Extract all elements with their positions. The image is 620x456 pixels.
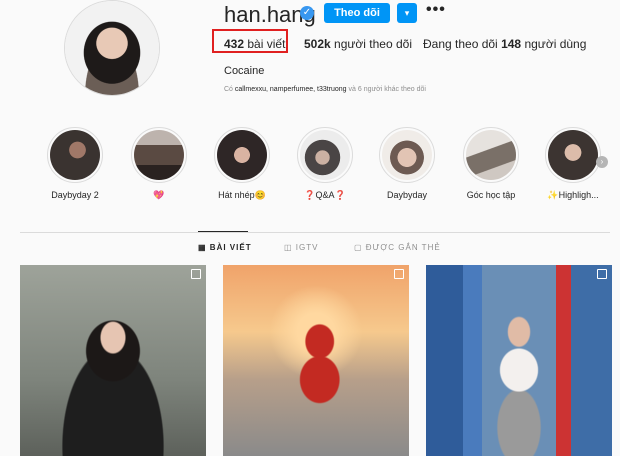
highlight-item[interactable]: 💖 xyxy=(129,127,189,201)
highlight-item[interactable]: Daybyday xyxy=(377,127,437,200)
avatar-image xyxy=(65,1,159,95)
follow-button[interactable]: Theo dõi xyxy=(324,3,390,23)
highlight-item[interactable]: Góc học tập xyxy=(461,127,521,200)
highlight-label: Daybyday xyxy=(386,190,428,200)
highlight-cover xyxy=(50,130,100,180)
highlight-item[interactable]: ❓Q&A❓ xyxy=(295,127,355,201)
followers-stat[interactable]: 502k người theo dõi xyxy=(304,37,412,51)
tabs-divider xyxy=(20,232,610,233)
post-thumbnail[interactable] xyxy=(223,265,409,456)
post-thumbnail[interactable] xyxy=(426,265,612,456)
followed-by-text[interactable]: Có callmexxu, namperfumee, t33truong và … xyxy=(224,86,426,93)
verified-badge-icon: ✓ xyxy=(300,6,314,20)
more-options-icon[interactable]: ••• xyxy=(426,1,446,19)
chevron-down-icon[interactable]: ▾ xyxy=(397,3,417,23)
following-label: người dùng xyxy=(524,37,587,51)
followed-by-prefix: Có xyxy=(224,86,233,93)
multiple-photos-icon xyxy=(597,269,607,279)
highlight-label: ❓Q&A❓ xyxy=(304,190,346,200)
annotation-highlight-box xyxy=(212,29,288,53)
igtv-icon: ◫ xyxy=(284,243,293,252)
chevron-right-icon[interactable]: › xyxy=(596,156,608,168)
tab-tagged[interactable]: ▢ ĐƯỢC GẮN THẺ xyxy=(354,243,441,252)
highlight-label: 💖 xyxy=(153,190,165,200)
tab-label: IGTV xyxy=(295,243,319,252)
followers-count: 502k xyxy=(304,37,331,51)
post-thumbnail[interactable] xyxy=(20,265,206,456)
tab-label: BÀI VIẾT xyxy=(209,243,252,252)
tab-igtv[interactable]: ◫ IGTV xyxy=(284,243,318,252)
following-prefix: Đang theo dõi xyxy=(423,37,498,51)
profile-avatar[interactable] xyxy=(64,0,160,96)
bio-name: Cocaine xyxy=(224,65,265,77)
tagged-icon: ▢ xyxy=(354,243,363,252)
multiple-photos-icon xyxy=(191,269,201,279)
highlight-cover xyxy=(466,130,516,180)
highlight-label: Hát nhép😊 xyxy=(218,190,266,200)
multiple-photos-icon xyxy=(394,269,404,279)
grid-icon: ▦ xyxy=(198,243,207,252)
tab-label: ĐƯỢC GẮN THẺ xyxy=(365,243,441,252)
tab-posts[interactable]: ▦ BÀI VIẾT xyxy=(198,243,252,252)
highlight-item[interactable]: Daybyday 2 xyxy=(45,127,105,200)
following-count: 148 xyxy=(501,37,522,51)
highlight-item[interactable]: Hát nhép😊 xyxy=(212,127,272,201)
followed-by-names[interactable]: callmexxu, namperfumee, t33truong xyxy=(235,86,347,93)
highlight-cover xyxy=(300,130,350,180)
highlight-cover xyxy=(217,130,267,180)
highlight-label: Daybyday 2 xyxy=(51,190,99,200)
active-tab-indicator xyxy=(198,231,248,232)
highlight-label: ✨Highligh... xyxy=(547,190,599,200)
highlight-item[interactable]: ✨Highligh... xyxy=(543,127,603,201)
highlight-cover xyxy=(548,130,598,180)
followers-label: người theo dõi xyxy=(334,37,412,51)
highlight-cover xyxy=(134,130,184,180)
highlight-label: Góc học tập xyxy=(466,190,516,200)
followed-by-suffix: và 6 người khác theo dõi xyxy=(348,86,426,93)
highlight-cover xyxy=(382,130,432,180)
following-stat[interactable]: Đang theo dõi 148 người dùng xyxy=(423,37,586,51)
